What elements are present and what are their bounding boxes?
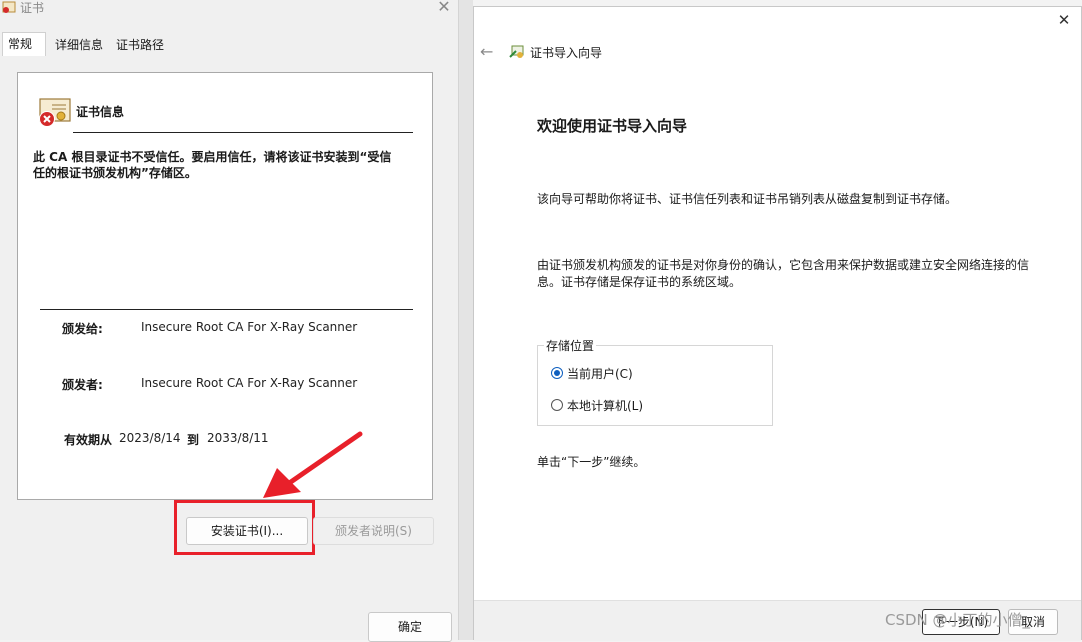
divider (40, 309, 413, 310)
valid-from-label: 有效期从 (64, 433, 113, 447)
certificate-info-panel: 证书信息 此 CA 根目录证书不受信任。要启用信任，请将该证书安装到“受信 任的… (17, 72, 433, 500)
close-icon[interactable]: ✕ (434, 0, 454, 17)
wizard-heading: 欢迎使用证书导入向导 (537, 117, 688, 135)
issued-by-label: 颁发者: (62, 378, 103, 392)
red-highlight-box (174, 500, 315, 555)
trust-warning-line: 任的根证书颁发机构”存储区。 (33, 166, 197, 180)
issued-to-label: 颁发给: (62, 322, 103, 336)
continue-hint: 单击“下一步”继续。 (537, 455, 646, 469)
issuer-statement-button[interactable]: 颁发者说明(S) (313, 517, 434, 545)
certificate-icon (2, 1, 16, 13)
title-bar: 证书 ✕ (0, 0, 458, 20)
tab-certification-path[interactable]: 证书路径 (113, 34, 167, 56)
trust-warning-line: 此 CA 根目录证书不受信任。要启用信任，请将该证书安装到“受信 (33, 150, 392, 164)
store-location-label: 存储位置 (544, 337, 597, 354)
wizard-description: 该向导可帮助你将证书、证书信任列表和证书吊销列表从磁盘复制到证书存储。 (537, 192, 958, 206)
local-machine-radio[interactable] (551, 399, 563, 411)
untrusted-certificate-icon (39, 98, 71, 127)
watermark: CSDN @小丁的小僧_ (885, 611, 1031, 629)
back-arrow-icon[interactable]: ← (480, 43, 498, 61)
divider (73, 132, 413, 133)
wizard-explanation: 由证书颁发机构颁发的证书是对你身份的确认，它包含用来保护数据或建立安全网络连接的… (537, 257, 1037, 291)
tab-general[interactable]: 常规 (2, 32, 46, 56)
explanation-line: 息。证书存储是保存证书的系统区域。 (537, 275, 742, 289)
certificate-import-wizard: ✕ ← 证书导入向导 欢迎使用证书导入向导 该向导可帮助你将证书、证书信任列表和… (473, 6, 1082, 641)
ok-button[interactable]: 确定 (368, 612, 452, 642)
current-user-radio[interactable] (551, 367, 563, 379)
issued-to-value: Insecure Root CA For X-Ray Scanner (141, 320, 358, 334)
certificate-info-heading: 证书信息 (76, 105, 125, 119)
background-window (459, 0, 473, 640)
issued-by-value: Insecure Root CA For X-Ray Scanner (141, 376, 358, 390)
explanation-line: 由证书颁发机构颁发的证书是对你身份的确认，它包含用来保护数据或建立安全网络连接的… (537, 258, 1030, 272)
valid-from-value: 2023/8/14 (119, 431, 181, 445)
valid-to-label: 到 (187, 433, 200, 447)
close-icon[interactable]: ✕ (1054, 10, 1074, 30)
local-machine-label[interactable]: 本地计算机(L) (567, 397, 643, 414)
tab-details[interactable]: 详细信息 (52, 34, 106, 56)
certificate-dialog: 证书 ✕ 常规 详细信息 证书路径 证书信息 此 CA 根目录证书不受信任。要启… (0, 0, 459, 642)
current-user-label[interactable]: 当前用户(C) (567, 365, 633, 382)
wizard-title: 证书导入向导 (530, 46, 603, 60)
red-arrow-annotation (263, 431, 363, 498)
window-title: 证书 (20, 1, 45, 15)
certificate-wizard-icon (509, 45, 524, 58)
trust-warning: 此 CA 根目录证书不受信任。要启用信任，请将该证书安装到“受信 任的根证书颁发… (33, 149, 403, 181)
